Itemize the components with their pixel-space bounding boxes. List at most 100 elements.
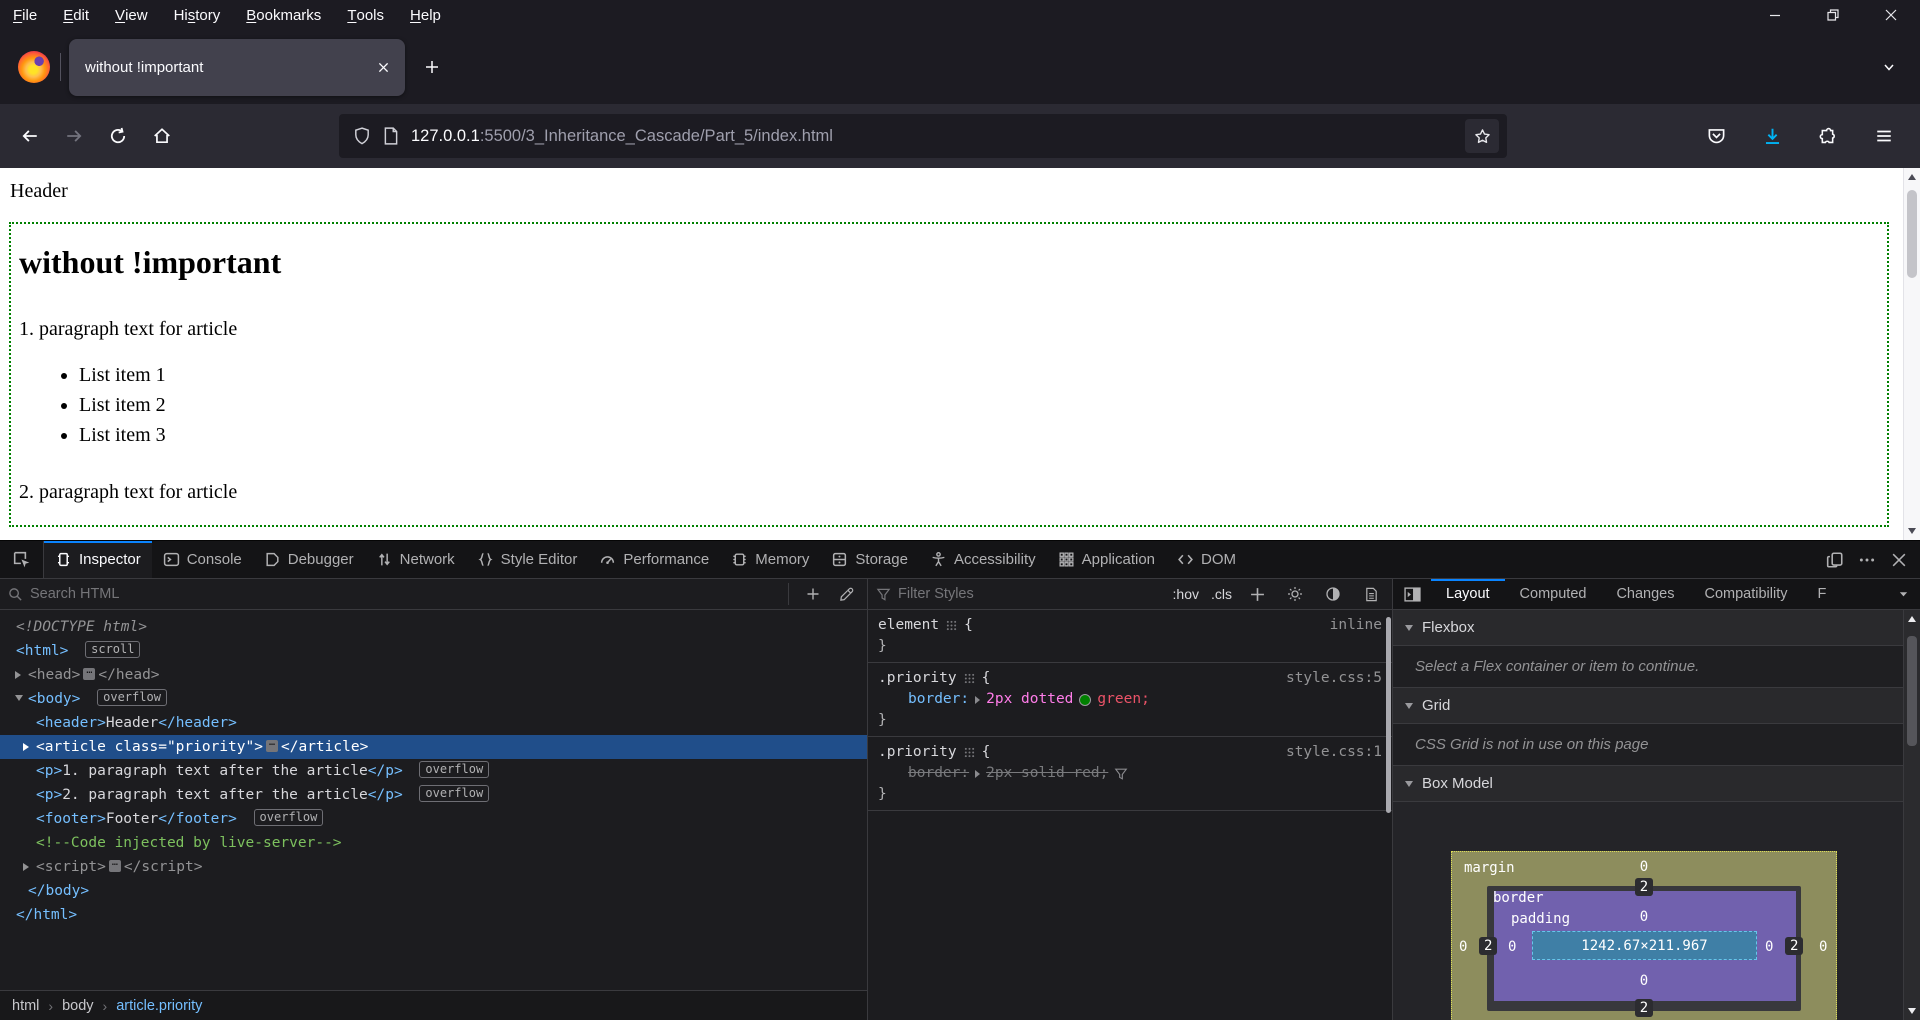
tree-row-script[interactable]: <script></script> — [0, 855, 867, 879]
tab-close-button[interactable] — [369, 53, 397, 81]
tracking-protection-shield-icon[interactable] — [353, 127, 371, 145]
scroll-up-arrow-icon[interactable] — [1908, 616, 1916, 622]
devtools-tab-storage[interactable]: Storage — [820, 541, 919, 578]
close-devtools-button[interactable] — [1886, 548, 1912, 572]
overflow-badge[interactable]: overflow — [254, 809, 324, 826]
sidebar-tab-layout[interactable]: Layout — [1431, 579, 1505, 609]
sidebar-tab-computed[interactable]: Computed — [1505, 579, 1602, 609]
search-html-input[interactable] — [30, 586, 777, 602]
list-all-tabs-button[interactable] — [1870, 48, 1908, 86]
print-media-sim-button[interactable] — [1358, 582, 1384, 606]
menu-history[interactable]: History — [161, 0, 234, 30]
border-right-value[interactable]: 2 — [1785, 937, 1803, 955]
menu-file[interactable]: File — [0, 0, 50, 30]
expand-caret-icon[interactable] — [15, 671, 21, 679]
devtools-options-button[interactable] — [1854, 548, 1880, 572]
devtools-tab-accessibility[interactable]: Accessibility — [919, 541, 1047, 578]
box-model-content-box[interactable]: 1242.67×211.967 — [1532, 931, 1757, 960]
menu-help[interactable]: Help — [397, 0, 454, 30]
padding-top-value[interactable]: 0 — [1451, 909, 1837, 925]
inline-ellipsis-chip[interactable] — [266, 740, 278, 752]
browser-tab-active[interactable]: without !important — [69, 39, 405, 96]
scroll-down-arrow-icon[interactable] — [1908, 528, 1916, 534]
margin-right-value[interactable]: 0 — [1819, 939, 1827, 955]
css-property-border-green[interactable]: border: 2px dotted green; — [878, 689, 1382, 710]
forward-button[interactable] — [52, 114, 96, 158]
new-tab-button[interactable] — [413, 48, 451, 86]
expand-caret-icon[interactable] — [23, 743, 29, 751]
url-text[interactable]: 127.0.0.1:5500/3_Inheritance_Cascade/Par… — [411, 127, 1453, 146]
pick-element-button[interactable] — [0, 541, 44, 578]
minimize-button[interactable] — [1746, 0, 1804, 30]
devtools-tab-debugger[interactable]: Debugger — [253, 541, 365, 578]
menu-view[interactable]: View — [102, 0, 161, 30]
border-left-value[interactable]: 2 — [1479, 937, 1497, 955]
restore-button[interactable] — [1804, 0, 1862, 30]
rule-location[interactable]: style.css:1 — [1286, 742, 1382, 763]
bookmark-star-button[interactable] — [1465, 119, 1499, 153]
selector-highlighter-icon[interactable] — [964, 673, 975, 684]
light-mode-sim-button[interactable] — [1282, 582, 1308, 606]
menu-edit[interactable]: Edit — [50, 0, 102, 30]
tree-row-p2[interactable]: <p>2. paragraph text after the article</… — [0, 783, 867, 807]
padding-left-value[interactable]: 0 — [1508, 939, 1516, 955]
rule-selector[interactable]: .priority — [878, 668, 957, 689]
page-info-icon[interactable] — [383, 127, 399, 145]
devtools-tab-dom[interactable]: DOM — [1166, 541, 1247, 578]
color-swatch-green[interactable] — [1079, 694, 1091, 706]
scroll-down-arrow-icon[interactable] — [1908, 1008, 1916, 1014]
responsive-design-mode-button[interactable] — [1822, 548, 1848, 572]
breadcrumb-item-article[interactable]: article.priority — [116, 998, 202, 1014]
tree-row-comment[interactable]: <!--Code injected by live-server--> — [0, 831, 867, 855]
layout-panel-scrollbar[interactable] — [1903, 610, 1920, 1020]
back-button[interactable] — [8, 114, 52, 158]
scrollbar-thumb[interactable] — [1907, 636, 1917, 746]
devtools-tab-application[interactable]: Application — [1047, 541, 1166, 578]
grid-section-header[interactable]: Grid — [1393, 688, 1920, 724]
close-window-button[interactable] — [1862, 0, 1920, 30]
tree-row-footer[interactable]: <footer>Footer</footer> overflow — [0, 807, 867, 831]
tree-row-p1[interactable]: <p>1. paragraph text after the article</… — [0, 759, 867, 783]
tree-row-head[interactable]: <head></head> — [0, 663, 867, 687]
selector-highlighter-icon[interactable] — [964, 747, 975, 758]
rule-selector[interactable]: element — [878, 615, 939, 636]
border-bottom-value[interactable]: 2 — [1451, 999, 1837, 1017]
eyedropper-button[interactable] — [833, 582, 859, 606]
overflow-badge[interactable]: overflow — [419, 761, 489, 778]
pseudo-class-toggle[interactable]: :hov — [1173, 586, 1199, 602]
devtools-tab-memory[interactable]: Memory — [720, 541, 820, 578]
all-tabs-dropdown-button[interactable] — [1886, 579, 1920, 609]
margin-top-value[interactable]: 0 — [1451, 859, 1837, 875]
boxmodel-section-header[interactable]: Box Model — [1393, 766, 1920, 802]
inline-ellipsis-chip[interactable] — [83, 668, 95, 680]
filter-styles-input[interactable] — [898, 586, 1166, 602]
sidebar-tab-changes[interactable]: Changes — [1601, 579, 1689, 609]
rule-selector[interactable]: .priority — [878, 742, 957, 763]
menu-bookmarks[interactable]: Bookmarks — [233, 0, 334, 30]
expand-longhand-icon[interactable] — [975, 770, 980, 778]
tree-row-html[interactable]: <html> scroll — [0, 639, 867, 663]
downloads-button[interactable] — [1750, 114, 1794, 158]
overflow-badge[interactable]: overflow — [97, 689, 167, 706]
tree-row-body[interactable]: <body> overflow — [0, 687, 867, 711]
collapse-caret-icon[interactable] — [15, 695, 23, 701]
pocket-button[interactable] — [1694, 114, 1738, 158]
overflow-badge[interactable]: overflow — [419, 785, 489, 802]
devtools-tab-performance[interactable]: Performance — [588, 541, 720, 578]
devtools-tab-network[interactable]: Network — [365, 541, 466, 578]
scroll-up-arrow-icon[interactable] — [1908, 174, 1916, 180]
inline-ellipsis-chip[interactable] — [109, 860, 121, 872]
dark-mode-sim-button[interactable] — [1320, 582, 1346, 606]
tree-row-article-selected[interactable]: <article class="priority"></article> — [0, 735, 867, 759]
add-rule-button[interactable] — [1244, 582, 1270, 606]
scroll-badge[interactable]: scroll — [85, 641, 140, 658]
tree-row-header[interactable]: <header>Header</header> — [0, 711, 867, 735]
home-button[interactable] — [140, 114, 184, 158]
devtools-tab-style-editor[interactable]: Style Editor — [466, 541, 589, 578]
breadcrumb-item-body[interactable]: body — [62, 998, 93, 1014]
add-node-button[interactable] — [800, 582, 826, 606]
flexbox-section-header[interactable]: Flexbox — [1393, 610, 1920, 646]
border-top-value[interactable]: 2 — [1451, 878, 1837, 896]
menu-tools[interactable]: Tools — [334, 0, 397, 30]
tree-row-body-close[interactable]: </body> — [0, 879, 867, 903]
